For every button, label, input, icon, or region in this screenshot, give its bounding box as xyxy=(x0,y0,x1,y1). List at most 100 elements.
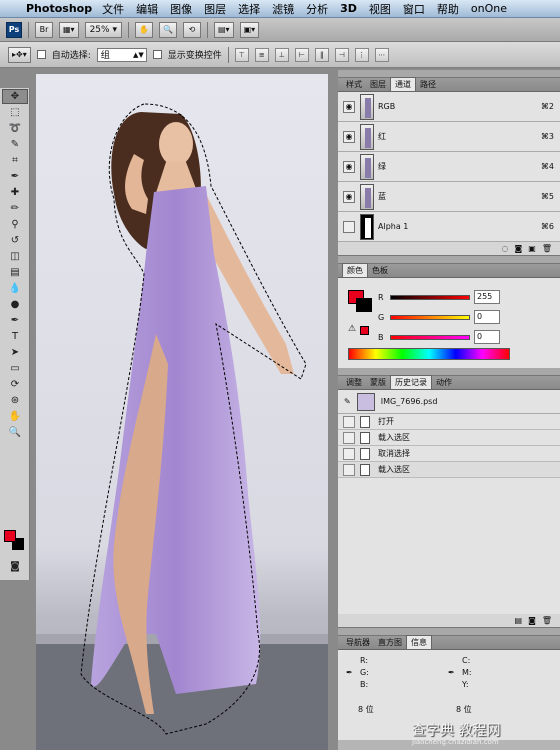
quick-select-tool-icon[interactable]: ✎ xyxy=(2,137,28,152)
snapshot-icon[interactable]: ◙ xyxy=(528,616,536,625)
menu-image[interactable]: 图像 xyxy=(170,1,192,17)
red-value-field[interactable]: 255 xyxy=(474,290,500,304)
distribute-h-icon[interactable]: ⋯ xyxy=(374,47,389,62)
channel-row[interactable]: Alpha 1 ⌘6 xyxy=(338,212,560,242)
view-extras-button[interactable]: ▦▾ xyxy=(59,21,79,38)
align-left-icon[interactable]: ⊢ xyxy=(294,47,309,62)
eye-icon[interactable]: ◉ xyxy=(343,190,355,203)
eyedropper-tool-icon[interactable]: ✒ xyxy=(2,169,28,184)
blur-tool-icon[interactable]: 💧 xyxy=(2,281,28,296)
lasso-tool-icon[interactable]: ➰ xyxy=(2,121,28,136)
menu-file[interactable]: 文件 xyxy=(102,1,124,17)
show-transform-checkbox[interactable] xyxy=(152,50,162,59)
history-brush-icon[interactable]: ↺ xyxy=(2,233,28,248)
panel-grip[interactable] xyxy=(338,368,560,376)
history-step[interactable]: 载入选区 xyxy=(338,462,560,478)
align-hcenter-icon[interactable]: ‖ xyxy=(314,47,329,62)
tab-actions[interactable]: 动作 xyxy=(432,376,456,389)
screen-mode-button[interactable]: ▣▾ xyxy=(239,21,260,38)
history-step[interactable]: 载入选区 xyxy=(338,430,560,446)
save-selection-icon[interactable]: ◙ xyxy=(515,244,523,253)
align-bottom-icon[interactable]: ⊥ xyxy=(274,47,289,62)
blue-value-field[interactable]: 0 xyxy=(474,330,500,344)
green-slider[interactable]: G 0 xyxy=(378,310,500,324)
new-channel-icon[interactable]: ▣ xyxy=(528,244,536,253)
app-menu[interactable]: Photoshop xyxy=(26,2,92,15)
crop-tool-icon[interactable]: ⌗ xyxy=(2,153,28,168)
eye-icon[interactable]: ◉ xyxy=(343,160,355,173)
menu-onone[interactable]: onOne xyxy=(471,2,507,15)
tab-layers[interactable]: 图层 xyxy=(366,78,390,91)
tab-color[interactable]: 颜色 xyxy=(342,263,368,277)
zoom-tool-icon[interactable]: 🔍 xyxy=(2,425,28,440)
bridge-button[interactable]: Br xyxy=(35,21,53,38)
hand-tool-icon[interactable]: ✋ xyxy=(134,21,153,38)
menu-filter[interactable]: 滤镜 xyxy=(272,1,294,17)
tab-info[interactable]: 信息 xyxy=(406,635,432,649)
rotate-view-icon[interactable]: ⟲ xyxy=(182,21,201,38)
history-step[interactable]: 取消选择 xyxy=(338,446,560,462)
red-slider[interactable]: R 255 xyxy=(378,290,500,304)
green-value-field[interactable]: 0 xyxy=(474,310,500,324)
trash-icon[interactable]: 🗑 xyxy=(542,244,552,253)
load-selection-icon[interactable]: ◌ xyxy=(502,244,509,253)
align-top-icon[interactable]: ⊤ xyxy=(234,47,249,62)
panel-grip[interactable] xyxy=(338,256,560,264)
arrange-documents-button[interactable]: ▤▾ xyxy=(213,21,234,38)
3d-rotate-icon[interactable]: ⟳ xyxy=(2,377,28,392)
warning-icon[interactable]: ⚠ xyxy=(348,324,356,334)
move-tool-icon[interactable]: ✥ xyxy=(2,89,28,104)
clone-stamp-icon[interactable]: ⚲ xyxy=(2,217,28,232)
zoom-level-select[interactable]: 25% ▾ xyxy=(84,21,122,38)
eye-off-icon[interactable] xyxy=(343,220,355,233)
align-vcenter-icon[interactable]: ≡ xyxy=(254,47,269,62)
blue-slider[interactable]: B 0 xyxy=(378,330,500,344)
menu-edit[interactable]: 编辑 xyxy=(136,1,158,17)
menu-window[interactable]: 窗口 xyxy=(403,1,425,17)
panel-grip[interactable] xyxy=(338,70,560,78)
zoom-tool-icon[interactable]: 🔍 xyxy=(158,21,177,38)
tool-preset-picker[interactable]: ▸✥▾ xyxy=(8,46,31,63)
tab-navigator[interactable]: 导航器 xyxy=(342,636,374,649)
channel-row[interactable]: ◉ 蓝 ⌘5 xyxy=(338,182,560,212)
eye-icon[interactable]: ◉ xyxy=(343,100,355,113)
path-select-icon[interactable]: ➤ xyxy=(2,345,28,360)
gamut-swatch[interactable] xyxy=(360,326,369,335)
history-source-checkbox[interactable] xyxy=(343,415,355,428)
align-right-icon[interactable]: ⊣ xyxy=(334,47,349,62)
brush-tool-icon[interactable]: ✏ xyxy=(2,201,28,216)
tab-history[interactable]: 历史记录 xyxy=(390,375,432,389)
tab-paths[interactable]: 路径 xyxy=(416,78,440,91)
history-source-checkbox[interactable] xyxy=(343,431,355,444)
quick-mask-icon[interactable]: ◙ xyxy=(2,559,28,574)
marquee-tool-icon[interactable]: ⬚ xyxy=(2,105,28,120)
document-canvas[interactable] xyxy=(36,74,328,750)
auto-select-checkbox[interactable] xyxy=(36,50,46,59)
green-slider-track[interactable] xyxy=(390,314,470,320)
tab-swatches[interactable]: 色板 xyxy=(368,264,392,277)
menu-layer[interactable]: 图层 xyxy=(204,1,226,17)
history-snapshot[interactable]: ✎ IMG_7696.psd xyxy=(338,390,560,414)
menu-select[interactable]: 选择 xyxy=(238,1,260,17)
menu-help[interactable]: 帮助 xyxy=(437,1,459,17)
trash-icon[interactable]: 🗑 xyxy=(542,616,552,625)
menu-3d[interactable]: 3D xyxy=(340,2,357,15)
menu-view[interactable]: 视图 xyxy=(369,1,391,17)
red-slider-track[interactable] xyxy=(390,294,470,300)
hand-tool-icon[interactable]: ✋ xyxy=(2,409,28,424)
color-spectrum-ramp[interactable] xyxy=(348,348,510,360)
eraser-tool-icon[interactable]: ◫ xyxy=(2,249,28,264)
eye-icon[interactable]: ◉ xyxy=(343,130,355,143)
shape-tool-icon[interactable]: ▭ xyxy=(2,361,28,376)
history-step[interactable]: 打开 xyxy=(338,414,560,430)
channel-row[interactable]: ◉ 红 ⌘3 xyxy=(338,122,560,152)
blue-slider-track[interactable] xyxy=(390,334,470,340)
new-document-icon[interactable]: ▤ xyxy=(515,616,523,625)
channel-row[interactable]: ◉ RGB ⌘2 xyxy=(338,92,560,122)
type-tool-icon[interactable]: T xyxy=(2,329,28,344)
tab-styles[interactable]: 样式 xyxy=(342,78,366,91)
foreground-color-swatch[interactable] xyxy=(4,530,16,542)
history-source-checkbox[interactable] xyxy=(343,447,355,460)
tab-histogram[interactable]: 直方图 xyxy=(374,636,406,649)
distribute-icon[interactable]: ⋮ xyxy=(354,47,369,62)
